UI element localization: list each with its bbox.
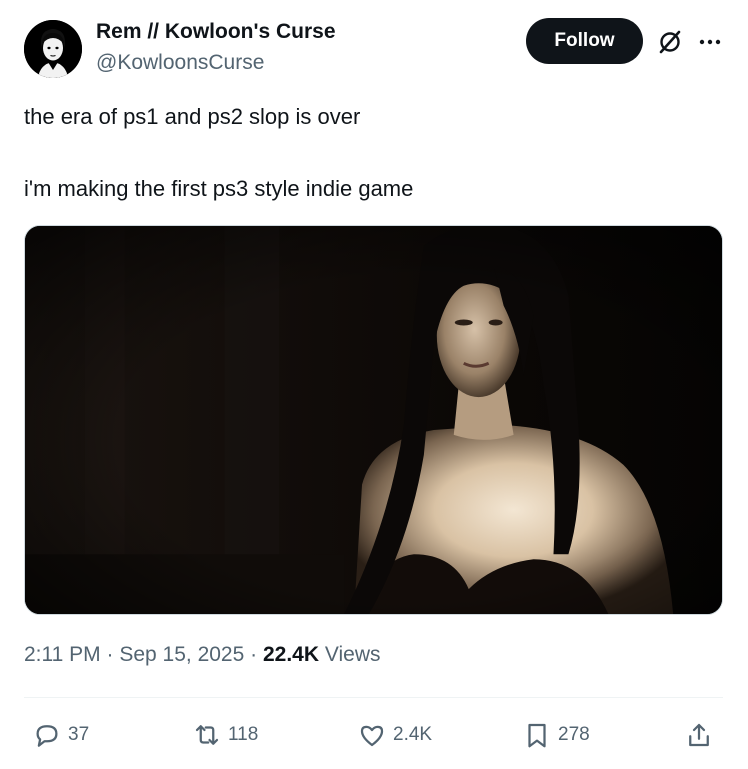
retweet-button[interactable]: 118 [192, 720, 258, 750]
tweet-line: i'm making the first ps3 style indie gam… [24, 176, 414, 201]
tweet-line: the era of ps1 and ps2 slop is over [24, 104, 361, 129]
divider [24, 697, 723, 698]
share-icon [689, 723, 709, 747]
handle[interactable]: @KowloonsCurse [96, 51, 264, 75]
avatar-face-icon [24, 20, 82, 78]
bookmark-count: 278 [558, 724, 590, 745]
tweet-time[interactable]: 2:11 PM [24, 643, 101, 666]
bookmark-icon [528, 723, 546, 748]
display-name[interactable]: Rem // Kowloon's Curse [96, 20, 336, 44]
tweet-text: the era of ps1 and ps2 slop is over i'm … [24, 102, 724, 204]
avatar[interactable] [24, 20, 82, 78]
grok-icon[interactable] [656, 28, 684, 56]
bookmark-button[interactable]: 278 [522, 720, 590, 750]
views-count: 22.4K [262, 643, 320, 666]
retweet-icon [195, 725, 219, 745]
retweet-count: 118 [228, 724, 259, 745]
tweet: Rem // Kowloon's Curse @KowloonsCurse Fo… [0, 0, 748, 769]
share-button[interactable] [684, 720, 714, 750]
tweet-date[interactable]: Sep 15, 2025 [119, 643, 244, 666]
views-label: Views [324, 643, 381, 666]
reply-count: 37 [68, 724, 90, 745]
reply-button[interactable]: 37 [32, 720, 89, 750]
heart-icon [360, 725, 384, 747]
meta-separator: · [106, 643, 114, 666]
meta-separator: · [250, 643, 258, 666]
like-button[interactable]: 2.4K [357, 720, 432, 750]
tweet-meta: 2:11 PM · Sep 15, 2025 · 22.4K Views [24, 643, 381, 667]
reply-icon [36, 725, 58, 747]
more-icon[interactable] [696, 28, 724, 56]
follow-button[interactable]: Follow [526, 18, 643, 64]
like-count: 2.4K [393, 724, 433, 745]
game-screenshot-image[interactable] [24, 225, 723, 615]
